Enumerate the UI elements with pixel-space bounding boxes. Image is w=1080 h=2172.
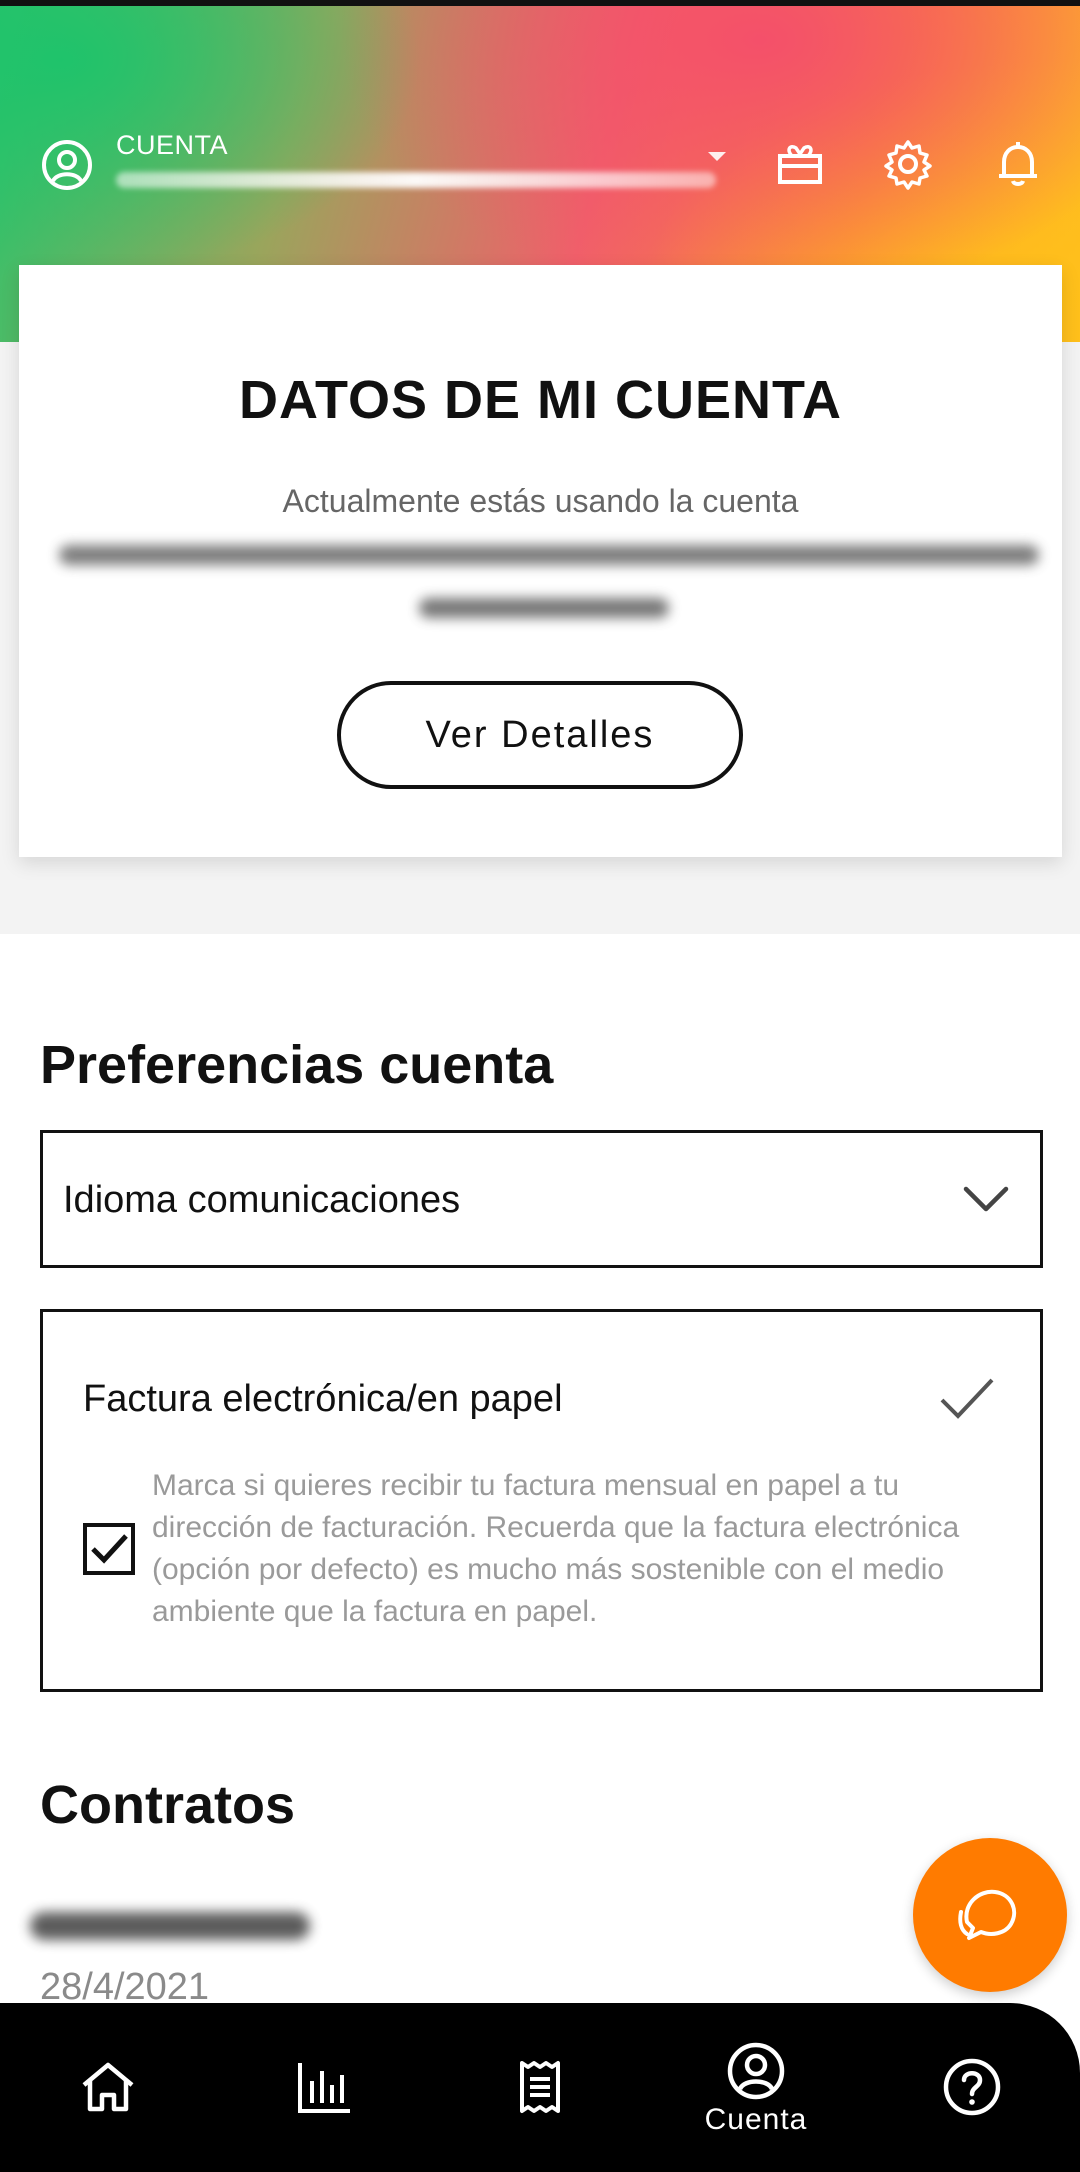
paper-invoice-option: Factura electrónica/en papel Marca si qu…: [40, 1309, 1043, 1692]
nav-account[interactable]: Cuenta: [656, 2003, 856, 2172]
contract-name-redacted[interactable]: [30, 1912, 310, 1940]
invoice-title: Factura electrónica/en papel: [83, 1378, 563, 1420]
nav-account-label: Cuenta: [704, 2103, 808, 2136]
bottom-navigation: Cuenta: [0, 2003, 1080, 2172]
help-icon: [943, 2058, 1001, 2116]
checkbox-check-icon: [91, 1534, 128, 1564]
nav-invoices[interactable]: [440, 2003, 640, 2172]
account-id-redacted: [419, 598, 669, 618]
invoice-description: Marca si quieres recibir tu factura mens…: [152, 1469, 960, 1628]
checkmark-icon: [940, 1378, 994, 1419]
chat-button[interactable]: [913, 1838, 1067, 1992]
user-circle-icon: [42, 140, 92, 190]
account-number-redacted: [116, 172, 716, 188]
account-label: CUENTA: [116, 130, 229, 160]
account-icon: [727, 2042, 785, 2100]
card-title: DATOS DE MI CUENTA: [238, 370, 842, 430]
language-select-label: Idioma comunicaciones: [63, 1179, 461, 1221]
chart-icon: [298, 2063, 350, 2113]
contracts-title: Contratos: [40, 1775, 295, 1835]
account-selector[interactable]: CUENTA: [40, 130, 1040, 200]
account-address-redacted: [59, 545, 1039, 565]
bell-icon[interactable]: [990, 136, 1046, 192]
view-details-button[interactable]: Ver Detalles: [337, 681, 743, 789]
account-card: DATOS DE MI CUENTA Actualmente estás usa…: [19, 265, 1062, 857]
invoice-icon: [520, 2061, 560, 2113]
nav-help[interactable]: [872, 2003, 1072, 2172]
language-select[interactable]: Idioma comunicaciones: [40, 1130, 1043, 1268]
nav-home[interactable]: [8, 2003, 208, 2172]
chevron-down-icon: [963, 1186, 1009, 1212]
status-strip: [0, 0, 1080, 6]
gift-icon[interactable]: [772, 136, 828, 192]
preferences-title: Preferencias cuenta: [40, 1035, 554, 1095]
caret-down-icon[interactable]: [708, 152, 726, 161]
home-icon: [82, 2062, 134, 2112]
chat-icon: [958, 1889, 1017, 1940]
card-subtitle: Actualmente estás usando la cuenta: [282, 483, 799, 519]
gear-icon[interactable]: [880, 136, 936, 192]
nav-consumption[interactable]: [224, 2003, 424, 2172]
paper-invoice-checkbox[interactable]: [83, 1523, 135, 1575]
